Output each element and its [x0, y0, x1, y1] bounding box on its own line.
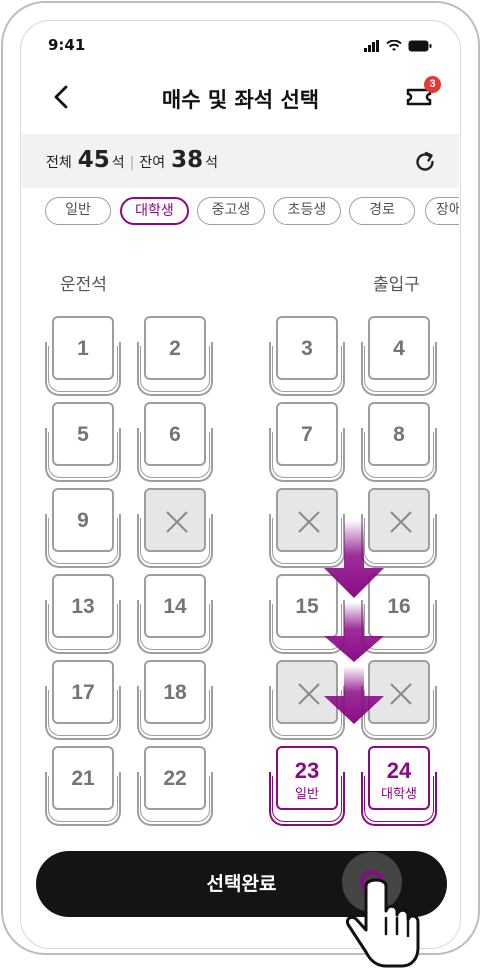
- remain-count: 38: [171, 147, 204, 173]
- seat-number: 22: [163, 767, 187, 790]
- passenger-type-filters: 일반 대학생 중고생 초등생 경로 장애: [44, 197, 459, 229]
- seat-number: 18: [163, 681, 187, 704]
- seat-number: 5: [77, 423, 89, 446]
- seat-number: 8: [393, 423, 405, 446]
- seat[interactable]: 14: [137, 574, 213, 654]
- seat[interactable]: 16: [361, 574, 437, 654]
- seat-number: 1: [77, 337, 89, 360]
- app-header: 매수 및 좌석 선택 3: [22, 70, 459, 126]
- seat-unavailable: [137, 488, 213, 568]
- seat-number: 21: [71, 767, 95, 790]
- seat[interactable]: 6: [137, 402, 213, 482]
- seat-number: 15: [295, 595, 319, 618]
- seat-number: 13: [71, 595, 95, 618]
- seat[interactable]: 8: [361, 402, 437, 482]
- seat-unavailable: [269, 488, 345, 568]
- close-icon: [390, 511, 412, 533]
- seat[interactable]: 2: [137, 316, 213, 396]
- ticket-count-badge: 3: [424, 76, 441, 93]
- seat[interactable]: 7: [269, 402, 345, 482]
- seat-number: 14: [163, 595, 187, 618]
- close-icon: [390, 683, 412, 705]
- remain-unit: 석: [205, 155, 219, 171]
- filter-chip[interactable]: 초등생: [273, 197, 341, 225]
- close-icon: [166, 511, 188, 533]
- seat-number: 3: [301, 337, 313, 360]
- seat-passenger-type: 대학생: [381, 787, 417, 802]
- seat-unavailable: [361, 660, 437, 740]
- seat-selected[interactable]: 23 일반: [269, 746, 345, 826]
- close-icon: [298, 511, 320, 533]
- seat[interactable]: 9: [45, 488, 121, 568]
- filter-chip[interactable]: 경로: [349, 197, 415, 225]
- seat[interactable]: 21: [45, 746, 121, 826]
- filter-chip-selected[interactable]: 대학생: [120, 197, 189, 225]
- filter-chip[interactable]: 일반: [45, 197, 111, 225]
- seat-unavailable: [269, 660, 345, 740]
- remain-label: 잔여: [139, 155, 166, 171]
- wifi-icon: [386, 40, 402, 51]
- seat-number: 2: [169, 337, 181, 360]
- driver-seat-label: 운전석: [60, 275, 107, 295]
- seat[interactable]: 5: [45, 402, 121, 482]
- seat-passenger-type: 일반: [295, 787, 319, 802]
- seat-number: 16: [387, 595, 411, 618]
- seat[interactable]: 13: [45, 574, 121, 654]
- total-count: 45: [77, 147, 110, 173]
- seat[interactable]: 4: [361, 316, 437, 396]
- seat[interactable]: 15: [269, 574, 345, 654]
- page-title: 매수 및 좌석 선택: [161, 88, 320, 112]
- battery-icon: [408, 40, 432, 52]
- seat-number: 6: [169, 423, 181, 446]
- total-unit: 석: [111, 155, 125, 171]
- seat[interactable]: 3: [269, 316, 345, 396]
- seat-number: 17: [71, 681, 95, 704]
- close-icon: [298, 683, 320, 705]
- seat[interactable]: 22: [137, 746, 213, 826]
- status-icons: [364, 40, 432, 52]
- seat-number: 4: [393, 337, 405, 360]
- confirm-selection-button[interactable]: 선택완료: [36, 851, 447, 917]
- filter-chip[interactable]: 장애: [425, 197, 459, 225]
- seat[interactable]: 18: [137, 660, 213, 740]
- seat-summary: 전체 45 석 | 잔여 38 석: [22, 134, 459, 188]
- filter-chip[interactable]: 중고생: [197, 197, 265, 225]
- total-label: 전체: [46, 155, 72, 171]
- summary-divider: |: [129, 155, 135, 171]
- seat-number: 24: [386, 758, 412, 783]
- refresh-icon[interactable]: [413, 150, 437, 174]
- status-time: 9:41: [48, 36, 86, 54]
- seat-number: 9: [77, 509, 89, 532]
- entrance-label: 출입구: [373, 275, 420, 295]
- seat-count: 전체 45 석 | 잔여 38 석: [46, 147, 218, 173]
- seat-selected[interactable]: 24 대학생: [361, 746, 437, 826]
- seat[interactable]: 1: [45, 316, 121, 396]
- seat-unavailable: [361, 488, 437, 568]
- seat-number: 7: [301, 423, 313, 446]
- seat-number: 23: [294, 758, 320, 783]
- seat[interactable]: 17: [45, 660, 121, 740]
- status-bar: 9:41: [48, 36, 432, 58]
- signal-icon: [364, 40, 379, 52]
